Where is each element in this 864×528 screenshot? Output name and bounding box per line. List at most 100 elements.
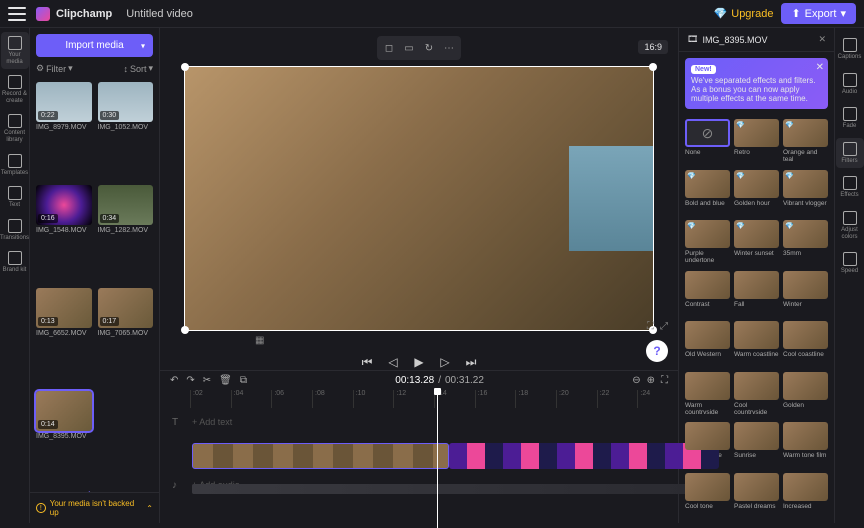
filter-sunrise[interactable]: Sunrise	[734, 422, 779, 469]
delete-button[interactable]: 🗑	[219, 375, 232, 386]
close-promo-button[interactable]: ✕	[816, 62, 824, 73]
filter-cool-countryside[interactable]: Cool countryside	[734, 372, 779, 419]
filter-thumbnail	[734, 372, 779, 400]
rrail-filters[interactable]: Filters	[836, 138, 864, 169]
redo-button[interactable]: ↷	[186, 375, 194, 386]
rail-icon	[843, 176, 857, 190]
media-item[interactable]: 0:17IMG_7065.MOV	[98, 288, 154, 385]
right-rail: Captions Audio Fade Filters Effects Adjust co…	[834, 28, 864, 523]
rail-transitions[interactable]: Transitions	[1, 215, 29, 246]
media-item[interactable]: 0:14IMG_8395.MOV✓	[36, 391, 92, 488]
media-thumbnail: 0:16	[36, 185, 92, 225]
fit-button[interactable]: ⛶	[647, 321, 654, 332]
menu-button[interactable]	[8, 7, 26, 21]
filter--mm[interactable]: 💎35mm	[783, 220, 828, 267]
export-button[interactable]: ⬆ Export ▾	[781, 3, 856, 24]
time-ruler[interactable]: :02:04:06:08:10:12:14:16:18:20:22:24	[160, 390, 678, 408]
filter-dropdown[interactable]: ⚙ Filter ▾	[36, 63, 73, 74]
crop-button[interactable]: ◻	[380, 39, 398, 57]
filter-purple-undertone[interactable]: 💎Purple undertone	[685, 220, 730, 267]
filter-thumbnail	[734, 422, 779, 450]
aspect-ratio[interactable]: 16:9	[638, 40, 668, 54]
rail-icon	[8, 114, 22, 128]
resize-handle[interactable]	[649, 63, 657, 71]
rrail-adjust-colors[interactable]: Adjust colors	[836, 207, 864, 244]
resize-handle[interactable]	[181, 326, 189, 334]
rail-brand-kit[interactable]: Brand kit	[1, 247, 29, 278]
zoom-out-button[interactable]: ⊖	[632, 375, 640, 386]
rrail-audio[interactable]: Audio	[836, 69, 864, 100]
video-clip[interactable]	[192, 443, 449, 469]
filter-warm-coastline[interactable]: Warm coastline	[734, 321, 779, 368]
topbar: Clipchamp Untitled video 💎 Upgrade ⬆ Exp…	[0, 0, 864, 28]
color-button[interactable]: ▦	[255, 335, 264, 346]
play-button[interactable]: ▶	[411, 354, 427, 370]
skip-start-button[interactable]: ⏮	[359, 354, 375, 370]
filter-bold-and-blue[interactable]: 💎Bold and blue	[685, 170, 730, 217]
filter-increased[interactable]: Increased	[783, 473, 828, 520]
filter-pastel-dreams[interactable]: Pastel dreams	[734, 473, 779, 520]
text-track[interactable]: T + Add text	[172, 408, 678, 436]
playhead[interactable]	[437, 390, 438, 528]
pip-button[interactable]: ▭	[400, 39, 418, 57]
rrail-effects[interactable]: Effects	[836, 172, 864, 203]
undo-button[interactable]: ↶	[170, 375, 178, 386]
filter-warm-tone-film[interactable]: Warm tone film	[783, 422, 828, 469]
duplicate-button[interactable]: ⧉	[240, 375, 247, 386]
upgrade-button[interactable]: 💎 Upgrade	[714, 7, 774, 20]
more-button[interactable]: ⋯	[440, 39, 458, 57]
filter-golden-hour[interactable]: 💎Golden hour	[734, 170, 779, 217]
rail-record-create[interactable]: Record & create	[1, 71, 29, 108]
rrail-fade[interactable]: Fade	[836, 103, 864, 134]
zoom-in-button[interactable]: ⊕	[647, 375, 655, 386]
rail-icon	[843, 73, 857, 87]
filter-retro[interactable]: 💎Retro	[734, 119, 779, 166]
rail-text[interactable]: Text	[1, 182, 29, 213]
filter-contrast[interactable]: Contrast	[685, 271, 730, 318]
audio-track[interactable]: ♪ + Add audio	[172, 476, 678, 494]
filter-thumbnail: 💎	[734, 170, 779, 198]
step-back-button[interactable]: ◁	[385, 354, 401, 370]
media-thumbnail: 0:13	[36, 288, 92, 328]
filter-fall[interactable]: Fall	[734, 271, 779, 318]
media-item[interactable]: 0:30IMG_1052.MOV	[98, 82, 154, 179]
skip-end-button[interactable]: ⏭	[463, 354, 479, 370]
filter-vibrant-vlogger[interactable]: 💎Vibrant vlogger	[783, 170, 828, 217]
rail-content-library[interactable]: Content library	[1, 110, 29, 147]
media-item[interactable]: 0:16IMG_1548.MOV	[36, 185, 92, 282]
rrail-speed[interactable]: Speed	[836, 248, 864, 279]
rotate-button[interactable]: ↻	[420, 39, 438, 57]
filter-cool-tone[interactable]: Cool tone	[685, 473, 730, 520]
zoom-fit-button[interactable]: ⛶	[661, 375, 668, 386]
filter-none[interactable]: None	[685, 119, 730, 166]
preview-canvas[interactable]	[184, 66, 654, 331]
step-forward-button[interactable]: ▷	[437, 354, 453, 370]
filter-golden[interactable]: Golden	[783, 372, 828, 419]
video-track[interactable]	[172, 442, 678, 470]
filter-warm-countryside[interactable]: Warm countryside	[685, 372, 730, 419]
filter-orange-and-teal[interactable]: 💎Orange and teal	[783, 119, 828, 166]
media-item[interactable]: 0:34IMG_1282.MOV	[98, 185, 154, 282]
filter-cool-coastline[interactable]: Cool coastline	[783, 321, 828, 368]
import-media-button[interactable]: Import media▾	[36, 34, 153, 57]
rail-templates[interactable]: Templates	[1, 150, 29, 181]
project-title[interactable]: Untitled video	[126, 8, 193, 20]
close-panel-button[interactable]: ✕	[818, 34, 826, 45]
media-item[interactable]: 0:13IMG_6652.MOV	[36, 288, 92, 385]
premium-icon: 💎	[785, 121, 794, 129]
audio-waveform[interactable]	[192, 484, 719, 494]
media-item[interactable]: 0:22IMG_8979.MOV	[36, 82, 92, 179]
fullscreen-button[interactable]: ⤢	[660, 321, 668, 332]
filter-winter-sunset[interactable]: 💎Winter sunset	[734, 220, 779, 267]
help-button[interactable]: ?	[646, 340, 668, 362]
filter-winter[interactable]: Winter	[783, 271, 828, 318]
time-total: 00:31.22	[445, 375, 484, 386]
split-button[interactable]: ✂	[203, 375, 211, 386]
rrail-captions[interactable]: Captions	[836, 34, 864, 65]
resize-handle[interactable]	[181, 63, 189, 71]
filter-old-western[interactable]: Old Western	[685, 321, 730, 368]
rail-your-media[interactable]: Your media	[1, 32, 29, 69]
sort-dropdown[interactable]: ↕ Sort ▾	[123, 63, 153, 74]
backup-warning[interactable]: ! Your media isn't backed up ⌃	[30, 492, 159, 523]
video-clip[interactable]	[449, 443, 719, 469]
